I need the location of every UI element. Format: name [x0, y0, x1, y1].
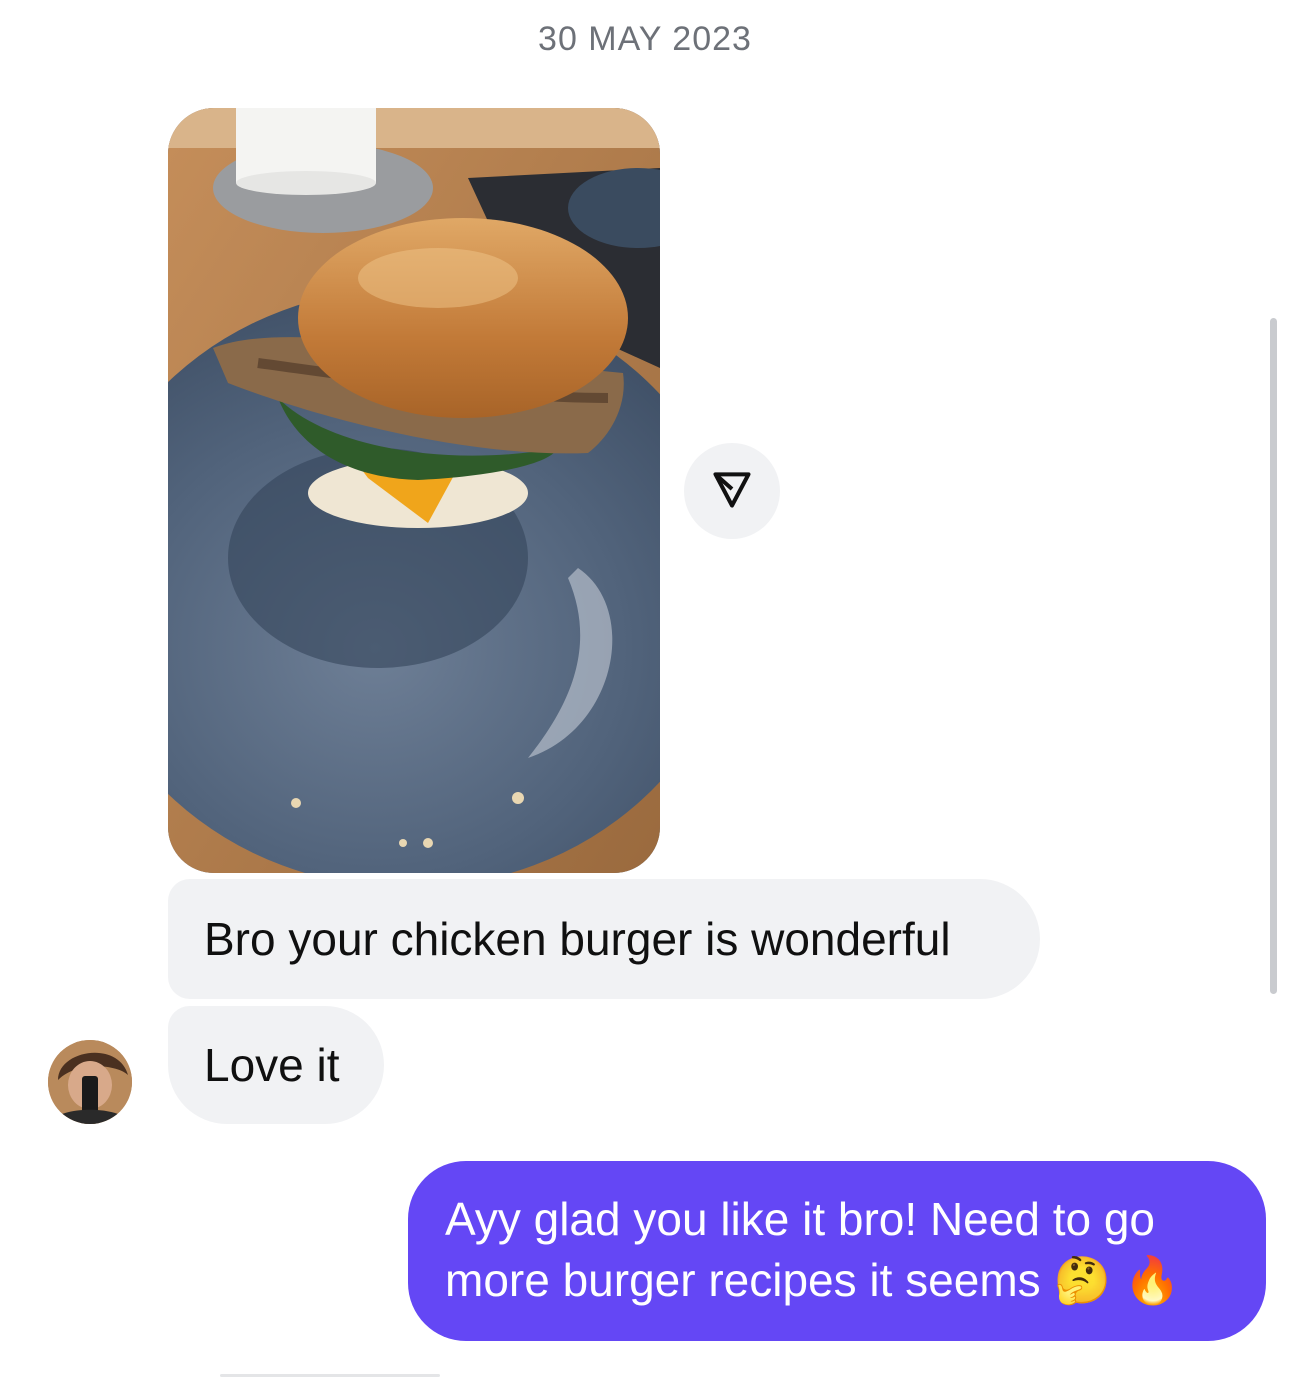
scrollbar[interactable]: [1270, 318, 1277, 994]
chat-thread: 30 MAY 2023 Bro your chicken burger is w…: [0, 0, 1290, 1378]
incoming-message-bubble[interactable]: Love it: [168, 1006, 384, 1124]
burger-photo-message[interactable]: [168, 108, 660, 873]
avatar-image: [48, 1040, 132, 1124]
message-text-line: Ayy glad you like it bro! Need to go: [445, 1193, 1156, 1245]
incoming-message-bubble[interactable]: Bro your chicken burger is wonderful: [168, 879, 1040, 999]
share-button[interactable]: [684, 443, 780, 539]
message-text: Love it: [204, 1039, 340, 1091]
burger-photo: [168, 108, 660, 873]
paper-plane-icon: [710, 467, 754, 516]
message-text-line: more burger recipes it seems 🤔 🔥: [445, 1254, 1181, 1306]
bottom-edge-indicator: [220, 1374, 440, 1377]
outgoing-message-bubble[interactable]: Ayy glad you like it bro! Need to go mor…: [408, 1161, 1266, 1341]
contact-avatar[interactable]: [48, 1040, 132, 1124]
message-text: Bro your chicken burger is wonderful: [204, 913, 951, 965]
date-separator: 30 MAY 2023: [538, 20, 752, 58]
